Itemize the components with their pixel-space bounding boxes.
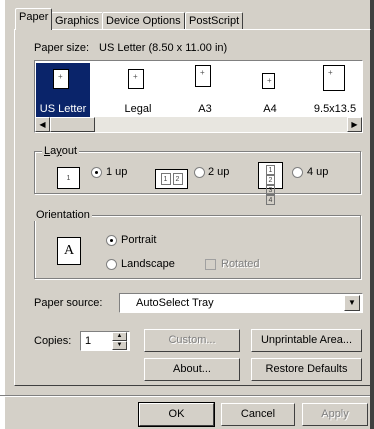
copies-label: Copies: — [34, 335, 72, 347]
paper-item-9-5x13-5[interactable]: 9.5x13.5 — [308, 63, 362, 117]
custom-button: Custom... — [144, 329, 240, 352]
page-icon — [195, 65, 211, 87]
layout-1-up-icon: 1 — [57, 167, 80, 189]
apply-button: Apply — [302, 403, 368, 426]
orientation-group — [34, 215, 361, 279]
paper-item-label: Legal — [124, 103, 152, 115]
paper-item-label: A3 — [198, 103, 212, 115]
paper-source-label: Paper source: — [34, 297, 103, 309]
scroll-right-arrow-icon[interactable]: ▶ — [347, 117, 362, 132]
portrait-radio[interactable] — [106, 235, 117, 246]
tab-paper[interactable]: Paper — [15, 8, 53, 30]
layout-4-up-icon: 12 34 — [258, 162, 283, 205]
paper-item-legal[interactable]: Legal — [111, 63, 165, 117]
about-button[interactable]: About... — [144, 358, 240, 381]
layout-4-up-label[interactable]: 4 up — [307, 166, 328, 178]
scroll-left-arrow-icon[interactable]: ◀ — [35, 117, 50, 132]
page-icon — [323, 65, 345, 91]
paper-item-a3[interactable]: A3 — [178, 63, 232, 117]
page-icon — [53, 69, 69, 89]
layout-2-up-label[interactable]: 2 up — [208, 166, 229, 178]
rotated-label: Rotated — [221, 258, 260, 270]
paper-item-label: A4 — [263, 103, 277, 115]
paper-item-label: 9.5x13.5 — [313, 103, 357, 115]
spin-down-icon[interactable]: ▼ — [112, 341, 127, 350]
spin-up-icon[interactable]: ▲ — [112, 332, 127, 341]
copies-spinner[interactable]: 1 ▲ ▼ — [80, 331, 130, 351]
ok-button[interactable]: OK — [138, 402, 215, 427]
scrollbar-thumb[interactable] — [50, 117, 95, 132]
orientation-page-icon: A — [57, 237, 81, 265]
layout-1-up-label[interactable]: 1 up — [106, 166, 127, 178]
paper-size-label: Paper size: — [34, 42, 90, 54]
landscape-radio[interactable] — [106, 259, 117, 270]
button-separator — [0, 395, 370, 397]
layout-2-up-radio[interactable] — [194, 167, 205, 178]
tab-postscript[interactable]: PostScript — [185, 12, 244, 30]
page-icon — [128, 69, 144, 89]
paper-item-label: US Letter — [39, 103, 87, 115]
paper-item-a4[interactable]: A4 — [243, 63, 297, 117]
copies-value: 1 — [85, 335, 92, 347]
portrait-label[interactable]: Portrait — [121, 234, 156, 246]
tab-graphics[interactable]: Graphics — [51, 12, 104, 30]
paper-source-value: AutoSelect Tray — [136, 297, 214, 309]
paper-list-scrollbar[interactable]: ◀ ▶ — [35, 117, 362, 132]
restore-defaults-button[interactable]: Restore Defaults — [251, 358, 362, 381]
paper-size-value: US Letter (8.50 x 11.00 in) — [99, 42, 228, 54]
orientation-group-title: Orientation — [34, 209, 92, 221]
paper-item-us-letter[interactable]: US Letter — [36, 63, 90, 117]
layout-1-up-radio[interactable] — [91, 167, 102, 178]
cancel-button[interactable]: Cancel — [221, 403, 295, 426]
unprintable-area-button[interactable]: Unprintable Area... — [251, 329, 362, 352]
tab-device-options[interactable]: Device Options — [102, 12, 185, 30]
chevron-down-icon[interactable]: ▼ — [344, 295, 360, 311]
window-left-edge — [0, 0, 5, 429]
page-icon — [262, 73, 275, 89]
layout-4-up-radio[interactable] — [292, 167, 303, 178]
rotated-checkbox — [205, 259, 216, 270]
layout-group-title: Layout — [42, 145, 80, 157]
paper-source-select[interactable]: AutoSelect Tray ▼ — [119, 293, 363, 313]
layout-2-up-icon: 12 — [155, 169, 188, 189]
landscape-label[interactable]: Landscape — [121, 258, 175, 270]
